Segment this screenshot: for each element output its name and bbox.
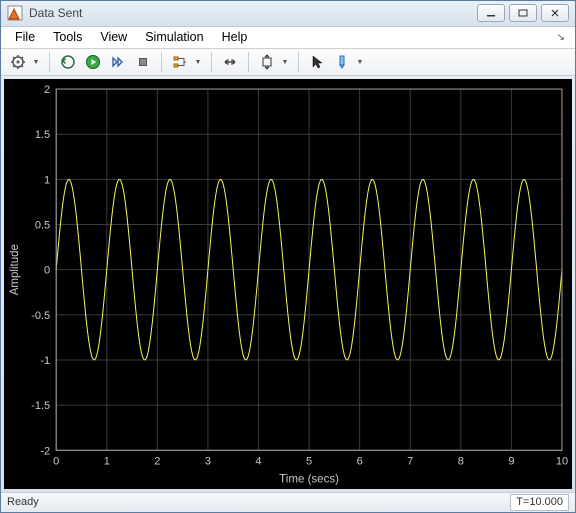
- expand-y-dropdown-icon[interactable]: ▼: [281, 51, 289, 73]
- svg-text:2: 2: [44, 85, 50, 97]
- menu-simulation[interactable]: Simulation: [137, 28, 211, 46]
- marker-icon[interactable]: [331, 51, 353, 73]
- triggers-dropdown-icon[interactable]: ▼: [194, 51, 202, 73]
- cursor-select-icon[interactable]: [306, 51, 328, 73]
- toolbar: ▼ ▼ ▼: [1, 49, 575, 77]
- svg-text:6: 6: [357, 456, 363, 468]
- svg-text:4: 4: [255, 456, 261, 468]
- settings-icon[interactable]: [7, 51, 29, 73]
- status-left: Ready: [7, 496, 39, 508]
- toolbar-separator: [211, 52, 212, 72]
- svg-text:0: 0: [53, 456, 59, 468]
- svg-text:Time (secs): Time (secs): [279, 474, 339, 486]
- svg-text:7: 7: [407, 456, 413, 468]
- statusbar: Ready T=10.000: [1, 492, 575, 512]
- rewind-icon[interactable]: [57, 51, 79, 73]
- minimize-button[interactable]: [477, 4, 505, 22]
- settings-dropdown-icon[interactable]: ▼: [32, 51, 40, 73]
- svg-text:-2: -2: [40, 446, 50, 458]
- svg-text:0: 0: [44, 265, 50, 277]
- menu-help[interactable]: Help: [214, 28, 256, 46]
- toolbar-separator: [49, 52, 50, 72]
- app-window: Data Sent File Tools View Simulation Hel…: [0, 0, 576, 513]
- plot-area[interactable]: 0 1 2 3 4 5 6 7 8 9 10 -2 -1.5 -1 -0.5 0 0.5 1 1.5 2 Time (s…: [4, 79, 572, 488]
- svg-text:1: 1: [104, 456, 110, 468]
- menubar: File Tools View Simulation Help ↘: [1, 27, 575, 49]
- svg-text:1: 1: [44, 175, 50, 187]
- svg-text:Amplitude: Amplitude: [9, 245, 21, 296]
- close-button[interactable]: [541, 4, 569, 22]
- menu-file[interactable]: File: [7, 28, 43, 46]
- toolbar-separator: [298, 52, 299, 72]
- toolbar-separator: [161, 52, 162, 72]
- svg-text:-0.5: -0.5: [31, 310, 50, 322]
- scope-chart: 0 1 2 3 4 5 6 7 8 9 10 -2 -1.5 -1 -0.5 0 0.5 1 1.5 2 Time (s…: [4, 79, 572, 488]
- maximize-button[interactable]: [509, 4, 537, 22]
- triggers-icon[interactable]: [169, 51, 191, 73]
- svg-text:8: 8: [458, 456, 464, 468]
- zoom-x-icon[interactable]: [219, 51, 241, 73]
- svg-text:-1: -1: [40, 355, 50, 367]
- svg-text:0.5: 0.5: [35, 220, 50, 232]
- play-icon[interactable]: [82, 51, 104, 73]
- svg-text:1.5: 1.5: [35, 130, 50, 142]
- toolbar-separator: [248, 52, 249, 72]
- titlebar[interactable]: Data Sent: [1, 1, 575, 27]
- svg-text:10: 10: [556, 456, 568, 468]
- svg-text:-1.5: -1.5: [31, 401, 50, 413]
- menu-view[interactable]: View: [92, 28, 135, 46]
- svg-text:3: 3: [205, 456, 211, 468]
- svg-text:9: 9: [508, 456, 514, 468]
- marker-dropdown-icon[interactable]: ▼: [356, 51, 364, 73]
- app-icon: [7, 5, 23, 21]
- status-time: T=10.000: [510, 494, 569, 511]
- step-forward-icon[interactable]: [107, 51, 129, 73]
- menubar-expand-icon[interactable]: ↘: [553, 30, 569, 45]
- stop-icon[interactable]: [132, 51, 154, 73]
- menu-tools[interactable]: Tools: [45, 28, 90, 46]
- svg-text:2: 2: [154, 456, 160, 468]
- svg-text:5: 5: [306, 456, 312, 468]
- window-title: Data Sent: [29, 6, 473, 20]
- expand-y-icon[interactable]: [256, 51, 278, 73]
